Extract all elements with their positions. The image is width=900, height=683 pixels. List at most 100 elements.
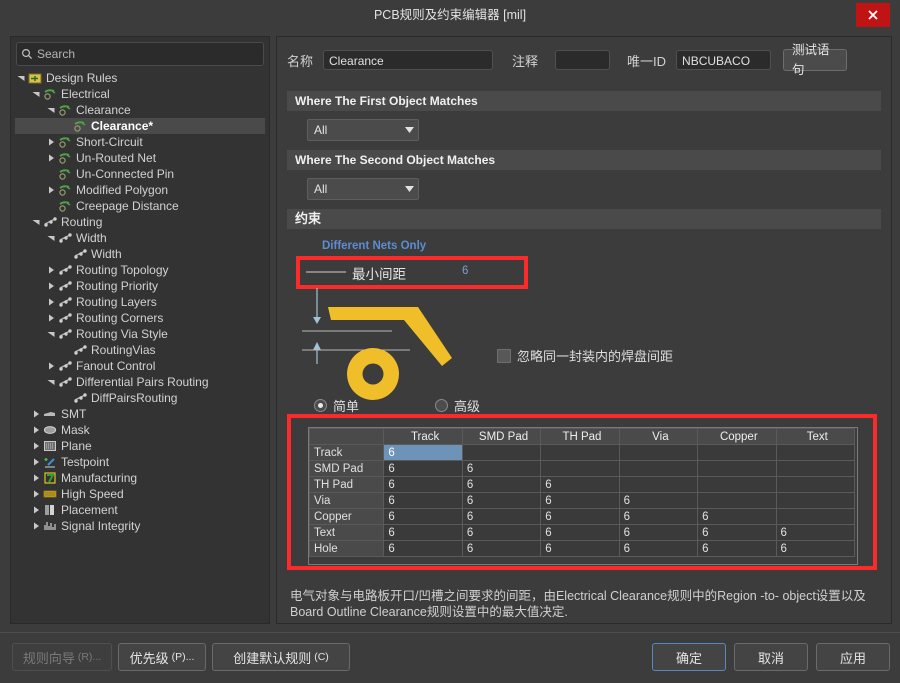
tree-item-width[interactable]: Width	[15, 230, 265, 246]
matrix-cell[interactable]	[776, 461, 854, 477]
matrix-cell[interactable]	[619, 445, 697, 461]
chevron-right-icon[interactable]	[30, 422, 42, 438]
matrix-cell[interactable]: 6	[384, 541, 462, 557]
radio-simple[interactable]: 简单	[314, 396, 359, 415]
matrix-col-header[interactable]: SMD Pad	[462, 429, 540, 445]
matrix-row-header[interactable]: Copper	[310, 509, 384, 525]
close-button[interactable]	[856, 3, 890, 27]
tree-item-high-speed[interactable]: High Speed	[15, 486, 265, 502]
matrix-cell[interactable]: 6	[776, 541, 854, 557]
tree-item-testpoint[interactable]: Testpoint	[15, 454, 265, 470]
matrix-cell[interactable]: 6	[384, 445, 462, 461]
matrix-row-header[interactable]: Track	[310, 445, 384, 461]
matrix-cell[interactable]	[698, 493, 776, 509]
matrix-cell[interactable]: 6	[384, 461, 462, 477]
tree-item-short-circuit[interactable]: Short-Circuit	[15, 134, 265, 150]
tree-item-design-rules[interactable]: Design Rules	[15, 70, 265, 86]
matrix-cell[interactable]: 6	[698, 525, 776, 541]
matrix-cell[interactable]: 6	[462, 541, 540, 557]
matrix-cell[interactable]	[541, 445, 619, 461]
tree-item-clearance[interactable]: Clearance*	[15, 118, 265, 134]
chevron-right-icon[interactable]	[45, 150, 57, 166]
matrix-row-header[interactable]: Text	[310, 525, 384, 541]
ok-button[interactable]: 确定	[652, 643, 726, 671]
matrix-cell[interactable]: 6	[619, 509, 697, 525]
matrix-cell[interactable]	[619, 477, 697, 493]
chevron-right-icon[interactable]	[45, 182, 57, 198]
tree-item-differential-pairs-routing[interactable]: Differential Pairs Routing	[15, 374, 265, 390]
tree-item-routingvias[interactable]: RoutingVias	[15, 342, 265, 358]
chevron-down-icon[interactable]	[45, 230, 57, 246]
chevron-right-icon[interactable]	[45, 278, 57, 294]
matrix-cell[interactable]: 6	[619, 493, 697, 509]
chevron-right-icon[interactable]	[45, 294, 57, 310]
matrix-cell[interactable]: 6	[619, 525, 697, 541]
matrix-row-header[interactable]: Hole	[310, 541, 384, 557]
rule-name-input[interactable]: Clearance	[323, 50, 493, 70]
tree-item-width[interactable]: Width	[15, 246, 265, 262]
radio-advanced[interactable]: 高级	[435, 396, 480, 415]
tree-item-mask[interactable]: Mask	[15, 422, 265, 438]
tree-item-un-routed-net[interactable]: Un-Routed Net	[15, 150, 265, 166]
chevron-right-icon[interactable]	[45, 358, 57, 374]
chevron-right-icon[interactable]	[30, 518, 42, 534]
matrix-col-header[interactable]: Copper	[698, 429, 776, 445]
apply-button[interactable]: 应用	[816, 643, 890, 671]
matrix-cell[interactable]: 6	[541, 477, 619, 493]
matrix-cell[interactable]	[619, 461, 697, 477]
tree-item-modified-polygon[interactable]: Modified Polygon	[15, 182, 265, 198]
tree-item-plane[interactable]: Plane	[15, 438, 265, 454]
tree-item-routing-corners[interactable]: Routing Corners	[15, 310, 265, 326]
matrix-col-header[interactable]: TH Pad	[541, 429, 619, 445]
tree-item-un-connected-pin[interactable]: Un-Connected Pin	[15, 166, 265, 182]
matrix-row-header[interactable]: SMD Pad	[310, 461, 384, 477]
matrix-col-header[interactable]: Text	[776, 429, 854, 445]
chevron-down-icon[interactable]	[30, 214, 42, 230]
ignore-pads-checkbox[interactable]: 忽略同一封装内的焊盘间距	[497, 346, 673, 365]
matrix-cell[interactable]: 6	[462, 525, 540, 541]
matrix-col-header[interactable]: Track	[384, 429, 462, 445]
comment-input[interactable]	[555, 50, 610, 70]
matrix-cell[interactable]	[698, 477, 776, 493]
chevron-right-icon[interactable]	[30, 438, 42, 454]
test-query-button[interactable]: 测试语句	[783, 49, 847, 71]
rule-wizard-button[interactable]: 规则向导(R)...	[12, 643, 112, 671]
tree-item-routing-layers[interactable]: Routing Layers	[15, 294, 265, 310]
tree-item-creepage-distance[interactable]: Creepage Distance	[15, 198, 265, 214]
matrix-cell[interactable]: 6	[384, 525, 462, 541]
chevron-right-icon[interactable]	[30, 486, 42, 502]
matrix-cell[interactable]	[776, 509, 854, 525]
tree-item-fanout-control[interactable]: Fanout Control	[15, 358, 265, 374]
tree-item-clearance[interactable]: Clearance	[15, 102, 265, 118]
chevron-right-icon[interactable]	[30, 470, 42, 486]
chevron-right-icon[interactable]	[30, 454, 42, 470]
tree-item-electrical[interactable]: Electrical	[15, 86, 265, 102]
matrix-cell[interactable]: 6	[384, 493, 462, 509]
chevron-right-icon[interactable]	[30, 406, 42, 422]
matrix-cell[interactable]: 6	[541, 493, 619, 509]
chevron-right-icon[interactable]	[45, 134, 57, 150]
design-rules-tree[interactable]: Design RulesElectricalClearanceClearance…	[15, 70, 265, 618]
chevron-down-icon[interactable]	[45, 102, 57, 118]
tree-item-manufacturing[interactable]: Manufacturing	[15, 470, 265, 486]
matrix-col-header[interactable]	[310, 429, 384, 445]
create-default-rules-button[interactable]: 创建默认规则(C)	[212, 643, 350, 671]
cancel-button[interactable]: 取消	[734, 643, 808, 671]
chevron-down-icon[interactable]	[30, 86, 42, 102]
matrix-cell[interactable]: 6	[541, 509, 619, 525]
chevron-down-icon[interactable]	[15, 70, 27, 86]
matrix-cell[interactable]: 6	[462, 477, 540, 493]
tree-item-smt[interactable]: SMT	[15, 406, 265, 422]
matrix-cell[interactable]	[776, 493, 854, 509]
tree-item-routing[interactable]: Routing	[15, 214, 265, 230]
matrix-cell[interactable]: 6	[462, 509, 540, 525]
matrix-cell[interactable]: 6	[384, 477, 462, 493]
matrix-cell[interactable]	[698, 461, 776, 477]
matrix-cell[interactable]: 6	[541, 541, 619, 557]
chevron-right-icon[interactable]	[45, 310, 57, 326]
unique-id-input[interactable]: NBCUBACO	[676, 50, 771, 70]
priority-button[interactable]: 优先级(P)...	[118, 643, 206, 671]
matrix-cell[interactable]	[462, 445, 540, 461]
matrix-cell[interactable]	[776, 477, 854, 493]
matrix-cell[interactable]: 6	[384, 509, 462, 525]
